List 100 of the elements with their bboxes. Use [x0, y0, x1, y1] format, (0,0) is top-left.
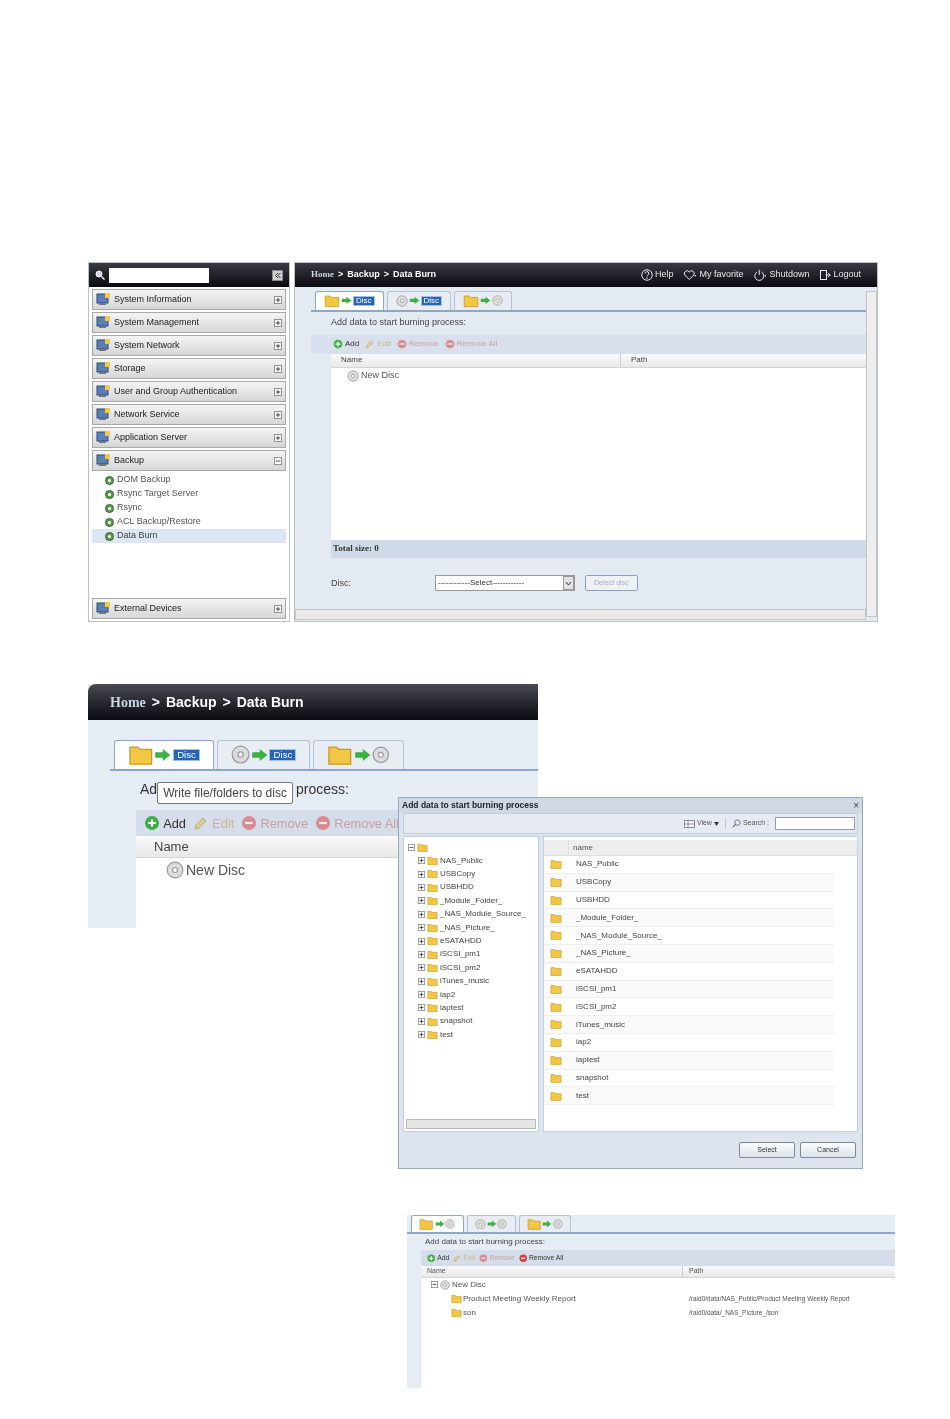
tree-item[interactable]: NAS_Public	[440, 854, 483, 867]
tree-item[interactable]: iSCSI_pm1	[440, 948, 481, 961]
tree-node[interactable]: New Disc	[361, 368, 399, 383]
tree-item[interactable]: son	[463, 1306, 476, 1319]
sidebar-item[interactable]: External Devices	[92, 598, 286, 619]
disc-icon	[166, 861, 184, 880]
arrow-icon	[408, 296, 420, 306]
column-header[interactable]: Name	[136, 836, 189, 857]
door-icon	[819, 269, 832, 281]
sidebar-item[interactable]: Backup	[92, 450, 286, 471]
tab[interactable]: Disc	[386, 291, 452, 310]
tab[interactable]: Disc	[315, 291, 384, 310]
arrow-icon	[250, 748, 269, 763]
breadcrumb-link[interactable]: Backup	[347, 268, 380, 282]
column-header[interactable]: Path	[621, 354, 866, 367]
sidebar-subitem[interactable]: Rsync	[92, 501, 286, 515]
tree-item[interactable]: snapshot	[440, 1015, 473, 1028]
disc-select[interactable]: ------------Select------------	[435, 575, 575, 592]
sidebar-item[interactable]: System Information	[92, 289, 286, 310]
tree-item[interactable]: eSATAHDD	[440, 935, 482, 948]
tree-item[interactable]: _NAS_Module_Source_	[440, 908, 526, 921]
help-icon	[640, 269, 653, 281]
tree-item[interactable]: Product Meeting Weekly Report	[463, 1292, 576, 1305]
toolbar-button[interactable]: Add	[144, 813, 186, 833]
sidebar-subitem[interactable]: Data Burn	[92, 529, 286, 543]
tree-node[interactable]: New Disc	[452, 1278, 486, 1291]
breadcrumb-link[interactable]: Home	[110, 691, 146, 713]
list-row[interactable]: _Module_Folder_	[544, 909, 834, 928]
arrow-icon	[486, 1219, 497, 1228]
folder-icon	[419, 1217, 434, 1231]
sidebar-item[interactable]: Application Server	[92, 427, 286, 448]
search-field[interactable]	[775, 817, 855, 830]
tab[interactable]	[454, 291, 513, 310]
column-header[interactable]: name	[569, 841, 593, 854]
pencil-icon	[192, 815, 209, 832]
tree-item[interactable]: iSCSI_pm2	[440, 961, 481, 974]
tree-item[interactable]: iaptest	[440, 1002, 464, 1014]
remove-icon	[397, 338, 408, 349]
breadcrumb-separator: >	[151, 692, 160, 712]
pencil-icon	[453, 1253, 462, 1263]
header-link[interactable]: My favorite	[683, 268, 744, 282]
collapse-icon	[274, 456, 282, 465]
section-label: Add data to start burning process:	[330, 315, 468, 329]
header-link[interactable]: Help	[640, 268, 674, 282]
tab[interactable]	[466, 1215, 516, 1232]
folder-icon	[427, 922, 438, 933]
folder-icon	[327, 744, 353, 766]
tab[interactable]	[313, 740, 404, 770]
disc-icon	[440, 1279, 450, 1290]
sidebar-subitem[interactable]: Rsync Target Server	[92, 487, 286, 501]
folder-icon	[550, 912, 562, 923]
breadcrumb-link[interactable]: Home	[311, 268, 334, 282]
sidebar-item[interactable]: User and Group Authentication	[92, 381, 286, 402]
search-field[interactable]	[109, 267, 209, 283]
tree-item[interactable]: USBCopy	[440, 868, 476, 881]
header-link[interactable]: Shutdown	[753, 268, 810, 282]
folder-icon	[417, 842, 428, 853]
disc-icon	[552, 1218, 563, 1229]
tab[interactable]: Disc	[114, 740, 214, 770]
close-button[interactable]: ×	[853, 800, 859, 811]
folder-icon	[550, 859, 562, 870]
tree-item[interactable]: _NAS_Picture_	[440, 921, 495, 934]
sidebar-item[interactable]: System Network	[92, 335, 286, 356]
tree-item[interactable]: iap2	[440, 988, 456, 1001]
tree-item[interactable]: _Module_Folder_	[440, 894, 503, 907]
horizontal-scrollbar[interactable]	[295, 609, 866, 620]
folder-icon	[451, 1294, 462, 1304]
sidebar-item[interactable]: Network Service	[92, 404, 286, 425]
folder-icon	[451, 1308, 462, 1318]
disc-icon	[445, 1218, 456, 1229]
list-row[interactable]: _NAS_Module_Source_	[544, 927, 834, 945]
folder-icon	[550, 877, 562, 888]
tab[interactable]	[518, 1215, 572, 1232]
folder-icon	[427, 1003, 438, 1013]
vertical-scrollbar[interactable]	[866, 291, 877, 617]
folder-icon	[427, 976, 438, 986]
column-header[interactable]: Name	[331, 354, 621, 367]
heart-icon	[683, 269, 698, 281]
disc-label: Disc	[420, 295, 443, 306]
header-link[interactable]: Logout	[819, 268, 861, 282]
folder-icon	[427, 909, 438, 919]
tree-node[interactable]: New Disc	[186, 859, 246, 881]
app-icon	[96, 362, 111, 375]
breadcrumb-link[interactable]: Backup	[165, 691, 217, 713]
tree-item[interactable]: iTunes_music	[440, 975, 490, 988]
tab[interactable]	[411, 1215, 464, 1232]
list-row[interactable]: test	[544, 1087, 834, 1106]
sidebar-subitem[interactable]: ACL Backup/Restore	[92, 515, 286, 529]
sidebar-item[interactable]: Storage	[92, 358, 286, 379]
pencil-icon	[365, 338, 376, 349]
horizontal-scrollbar[interactable]	[406, 1119, 536, 1129]
sidebar-subitem[interactable]: DOM Backup	[92, 473, 286, 487]
tab[interactable]: Disc	[216, 740, 311, 770]
list-row[interactable]: iTunes_music	[544, 1016, 834, 1034]
tree-item[interactable]: USBHDD	[440, 881, 474, 894]
tree-item[interactable]: test	[440, 1028, 453, 1041]
remove-icon	[518, 1253, 528, 1263]
toolbar-button[interactable]: Add	[333, 337, 360, 350]
sidebar-item[interactable]: System Management	[92, 312, 286, 333]
list-row[interactable]: NAS_Public	[544, 856, 834, 874]
